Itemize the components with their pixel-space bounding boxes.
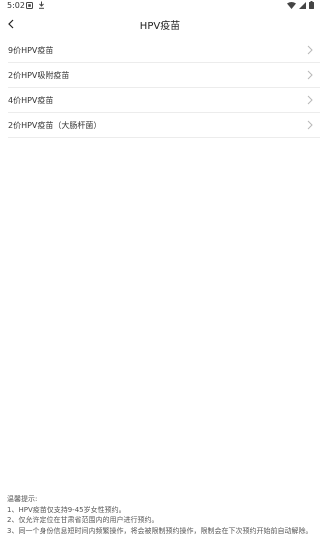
list-item-9valent[interactable]: 9价HPV疫苗 [8,38,320,63]
chevron-right-icon [307,120,313,130]
status-system-icons [287,1,314,9]
tips-section: 温馨提示: 1、HPV疫苗仅支持9-45岁女性预约。 2、仅允许定位在甘肃省范围… [7,494,313,536]
list-item-2valent-adsorbed[interactable]: 2价HPV吸附疫苗 [8,63,320,88]
header: HPV疫苗 [0,12,320,38]
list-item-2valent-ecoli[interactable]: 2价HPV疫苗（大肠杆菌） [8,113,320,138]
list-item-label: 4价HPV疫苗 [8,95,54,105]
tips-line-1: 1、HPV疫苗仅支持9-45岁女性预约。 [7,505,126,514]
signal-icon [299,1,306,9]
status-bar: 5:02 [0,0,320,12]
chevron-right-icon [307,95,313,105]
vaccine-list: 9价HPV疫苗 2价HPV吸附疫苗 4价HPV疫苗 2价HPV疫苗（大肠杆菌） [8,38,320,138]
list-item-label: 2价HPV疫苗（大肠杆菌） [8,120,102,130]
status-notification-icons [26,1,45,9]
notification-app-icon [26,1,33,9]
tips-line-3: 3、同一个身份信息短时间内频繁操作，将会被限制预约操作，限制会在下次预约开始前自… [7,526,313,535]
tips-title: 温馨提示: [7,495,38,503]
list-item-4valent[interactable]: 4价HPV疫苗 [8,88,320,113]
chevron-right-icon [307,45,313,55]
tips-line-2: 2、仅允许定位在甘肃省范围内的用户进行预约。 [7,516,159,524]
download-icon [38,1,45,9]
wifi-icon [287,1,296,9]
page-title: HPV疫苗 [139,21,181,32]
status-time: 5:02 [7,1,25,10]
list-item-label: 2价HPV吸附疫苗 [8,70,70,80]
list-item-label: 9价HPV疫苗 [8,45,54,55]
chevron-right-icon [307,70,313,80]
battery-icon [309,1,314,9]
